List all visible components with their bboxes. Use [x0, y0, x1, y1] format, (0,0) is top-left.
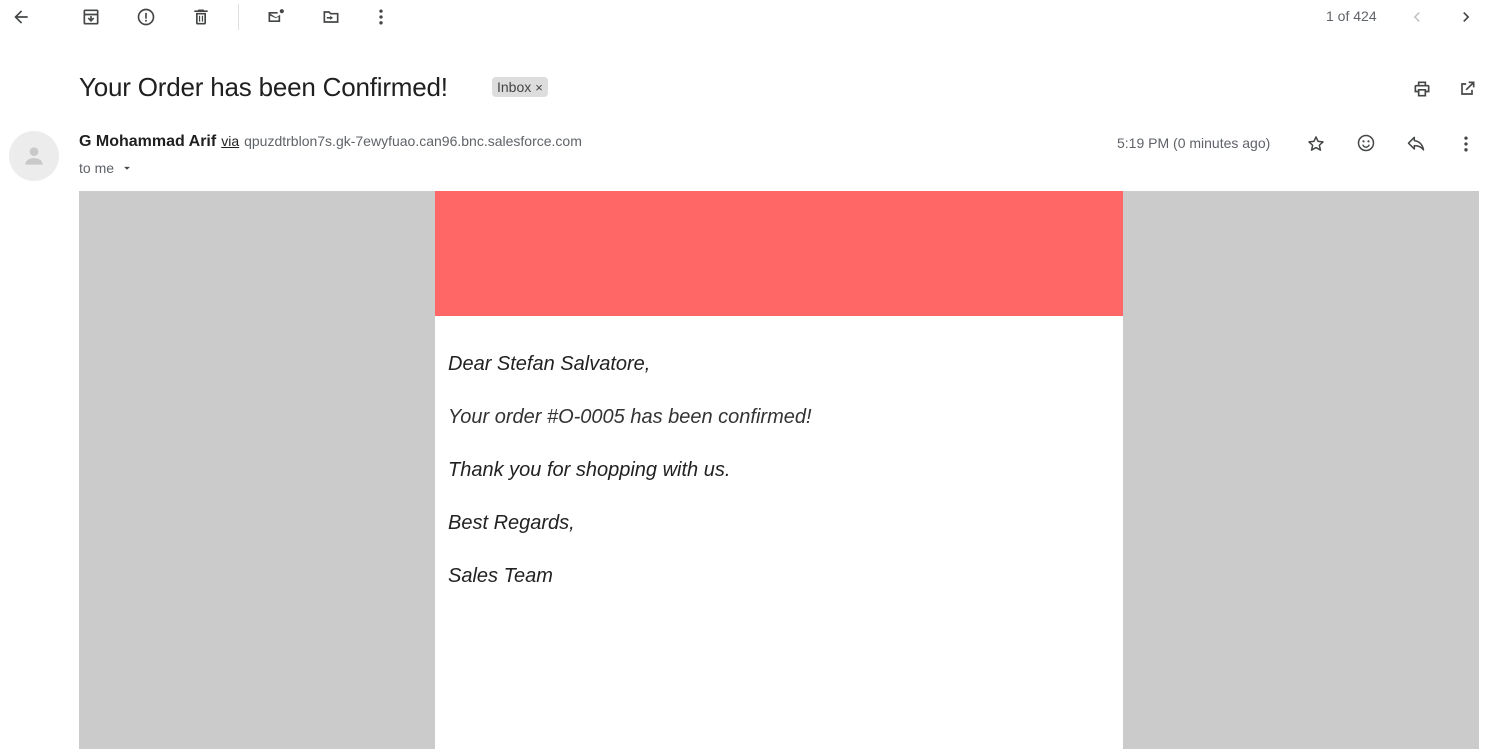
star-icon — [1308, 136, 1324, 151]
more-vert-icon — [379, 9, 383, 25]
caret-down-icon — [124, 166, 130, 170]
email-greeting: Dear Stefan Salvatore, — [448, 353, 651, 375]
email-banner — [435, 191, 1123, 316]
person-icon — [25, 147, 43, 165]
print-icon — [1414, 81, 1430, 97]
archive-button[interactable] — [79, 5, 103, 29]
mail-unread-icon — [268, 9, 284, 22]
newer-button[interactable] — [1405, 5, 1429, 29]
recipient-text: to me — [79, 160, 115, 176]
chevron-right-icon — [1463, 12, 1470, 22]
sender-address: qpuzdtrblon7s.gk-7ewyfuao.can96.bnc.sale… — [244, 133, 582, 149]
emoji-icon — [1357, 134, 1375, 152]
archive-icon — [83, 9, 99, 25]
report-spam-button[interactable] — [134, 5, 158, 29]
reply-button[interactable] — [1404, 132, 1428, 156]
more-vert-icon — [1464, 136, 1468, 152]
inbox-label-text: Inbox — [497, 79, 532, 95]
open-in-new-icon — [1461, 81, 1475, 95]
email-closing: Best Regards, — [448, 512, 575, 534]
email-card: Dear Stefan Salvatore, Your order #O-000… — [435, 191, 1123, 749]
open-new-window-button[interactable] — [1455, 77, 1479, 101]
email-confirmation: Your order #O-0005 has been confirmed! — [448, 406, 812, 428]
message-more-button[interactable] — [1454, 132, 1478, 156]
move-to-button[interactable] — [319, 5, 343, 29]
email-thanks: Thank you for shopping with us. — [448, 459, 731, 481]
sender-line: G Mohammad Arif via qpuzdtrblon7s.gk-7ew… — [79, 133, 582, 151]
email-background: Dear Stefan Salvatore, Your order #O-000… — [79, 191, 1479, 749]
remove-label-icon[interactable]: × — [535, 80, 543, 95]
mark-unread-button[interactable] — [264, 5, 288, 29]
sender-avatar[interactable] — [9, 131, 59, 181]
older-button[interactable] — [1454, 5, 1478, 29]
move-folder-icon — [323, 11, 339, 23]
back-button[interactable] — [9, 5, 33, 29]
message-time: 5:19 PM (0 minutes ago) — [1117, 135, 1271, 151]
sender-name[interactable]: G Mohammad Arif — [79, 133, 216, 151]
reply-icon — [1407, 136, 1425, 151]
star-button[interactable] — [1304, 132, 1328, 156]
via-link[interactable]: via — [221, 133, 239, 149]
pager-count: 1 of 424 — [1326, 8, 1377, 24]
delete-button[interactable] — [189, 5, 213, 29]
trash-icon — [194, 9, 208, 25]
more-options-button[interactable] — [369, 5, 393, 29]
report-icon — [137, 8, 155, 26]
email-subject: Your Order has been Confirmed! — [79, 72, 448, 102]
recipient-line[interactable]: to me — [79, 160, 134, 176]
chevron-left-icon — [1413, 12, 1420, 22]
email-signature: Sales Team — [448, 565, 553, 587]
toolbar-divider — [238, 4, 239, 30]
arrow-left-icon — [14, 10, 28, 24]
print-button[interactable] — [1410, 77, 1434, 101]
inbox-label[interactable]: Inbox × — [492, 77, 548, 97]
add-reaction-button[interactable] — [1354, 131, 1378, 155]
